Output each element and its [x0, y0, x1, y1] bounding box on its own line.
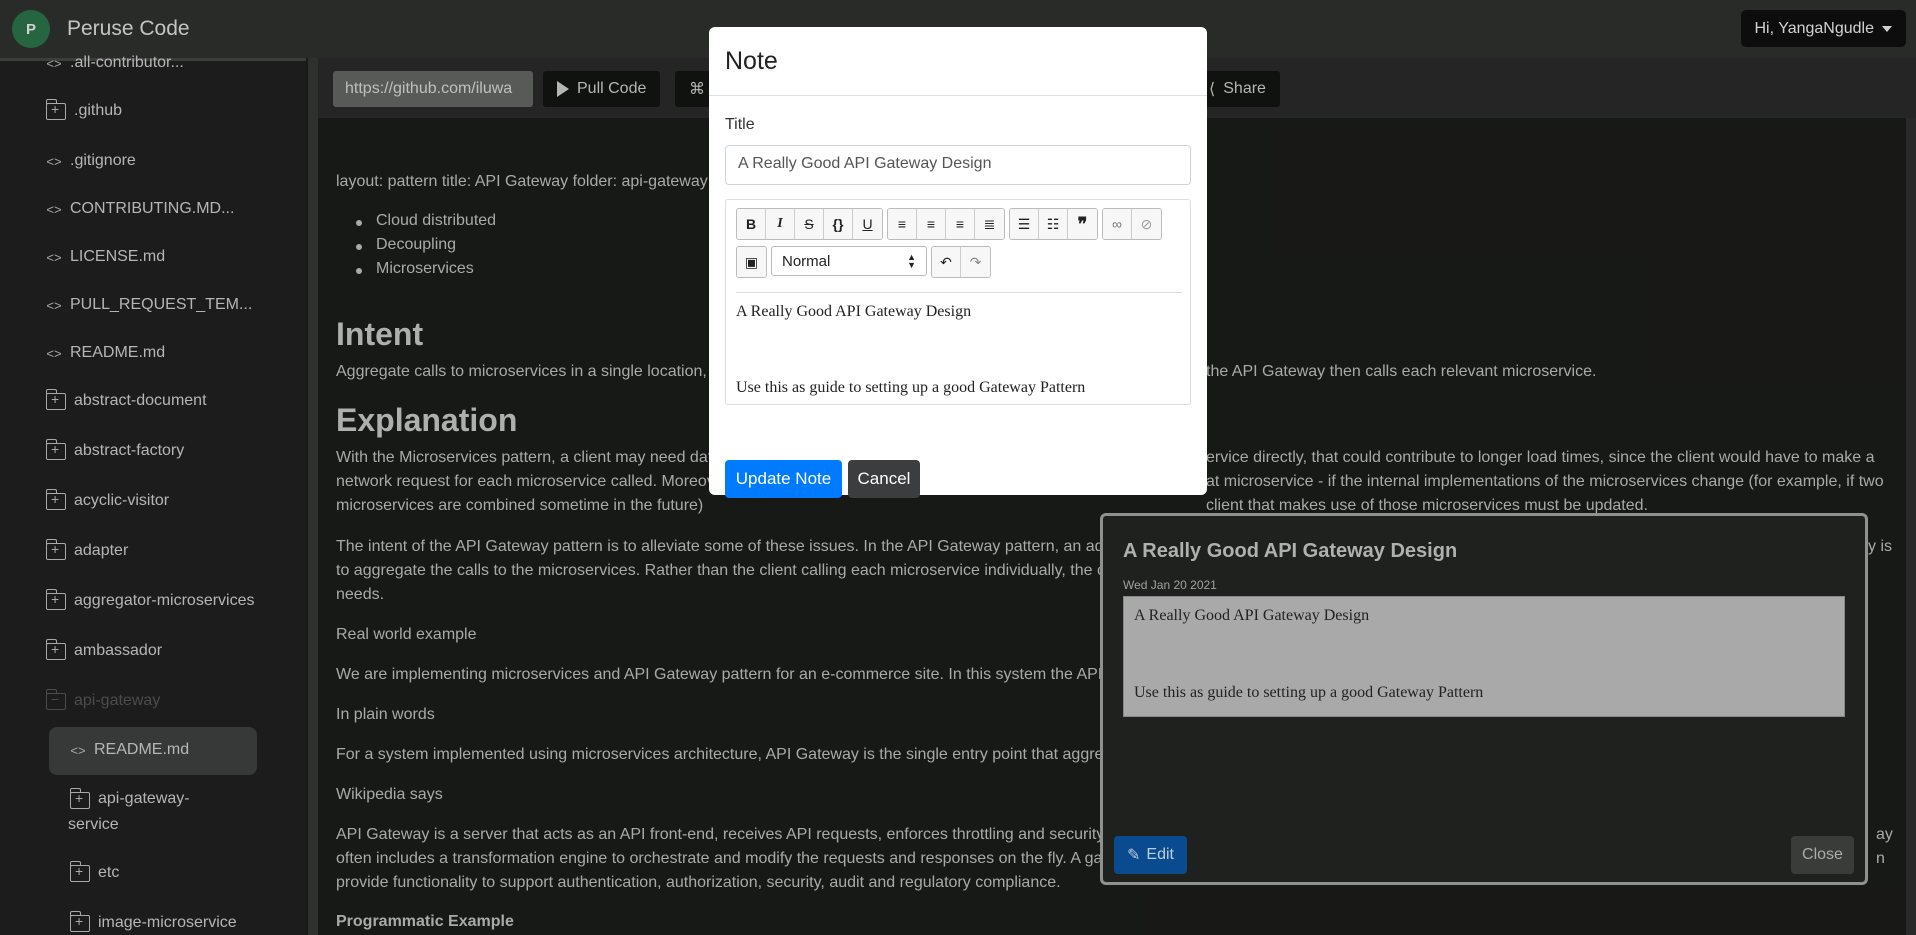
format-select-value: Normal: [782, 252, 831, 270]
modal-title: Note: [709, 27, 1207, 96]
note-title-input[interactable]: A Really Good API Gateway Design: [725, 145, 1191, 185]
strike-icon[interactable]: S: [795, 209, 824, 239]
bold-icon[interactable]: B: [737, 209, 766, 239]
close-note-button[interactable]: Close: [1791, 836, 1854, 874]
edit-label: Edit: [1146, 846, 1174, 863]
editor-divider: [736, 292, 1182, 293]
select-arrows-icon: ▲ ▼: [907, 252, 916, 270]
link-icon[interactable]: ∞: [1103, 209, 1132, 239]
update-note-button[interactable]: Update Note: [725, 460, 842, 498]
align-right-icon[interactable]: ≡: [946, 209, 975, 239]
title-label: Title: [725, 116, 755, 133]
note-modal: Note Title A Really Good API Gateway Des…: [709, 27, 1207, 498]
edit-icon: ✎: [1127, 847, 1141, 864]
note-card-title: A Really Good API Gateway Design: [1123, 540, 1458, 562]
bullet-list-icon[interactable]: ☰: [1010, 209, 1039, 239]
note-card-line: Use this as guide to setting up a good G…: [1134, 684, 1484, 701]
ordered-list-icon[interactable]: ☷: [1039, 209, 1068, 239]
unlink-icon[interactable]: ⊘: [1132, 209, 1161, 239]
image-icon[interactable]: ▣: [737, 247, 766, 277]
note-card-line: A Really Good API Gateway Design: [1134, 607, 1370, 624]
edit-note-button[interactable]: ✎ Edit: [1114, 836, 1187, 874]
format-select[interactable]: Normal ▲ ▼: [771, 246, 927, 276]
editor-toolbar-row2: ▣ Normal ▲ ▼ ↶ ↷: [736, 246, 991, 278]
italic-icon[interactable]: I: [766, 209, 795, 239]
align-left-icon[interactable]: ≡: [888, 209, 917, 239]
editor-body-line[interactable]: A Really Good API Gateway Design: [736, 303, 971, 321]
editor-body-line[interactable]: Use this as guide to setting up a good G…: [736, 379, 1085, 397]
note-card-body: A Really Good API Gateway Design Use thi…: [1123, 596, 1845, 717]
undo-icon[interactable]: ↶: [932, 247, 961, 277]
align-center-icon[interactable]: ≡: [917, 209, 946, 239]
blockquote-icon[interactable]: ❞: [1068, 209, 1097, 239]
editor-toolbar-row1: B I S {} U ≡ ≡ ≡ ≣ ☰ ☷ ❞ ∞ ⊘: [736, 208, 1162, 240]
note-card-date: Wed Jan 20 2021: [1123, 578, 1217, 592]
cancel-button[interactable]: Cancel: [848, 460, 920, 498]
rich-text-editor: B I S {} U ≡ ≡ ≡ ≣ ☰ ☷ ❞ ∞ ⊘ ▣ Normal ▲ …: [725, 199, 1191, 405]
align-justify-icon[interactable]: ≣: [975, 209, 1004, 239]
code-block-icon[interactable]: {}: [824, 209, 853, 239]
underline-icon[interactable]: U: [853, 209, 882, 239]
note-card: A Really Good API Gateway Design Wed Jan…: [1100, 513, 1868, 885]
redo-icon[interactable]: ↷: [961, 247, 990, 277]
